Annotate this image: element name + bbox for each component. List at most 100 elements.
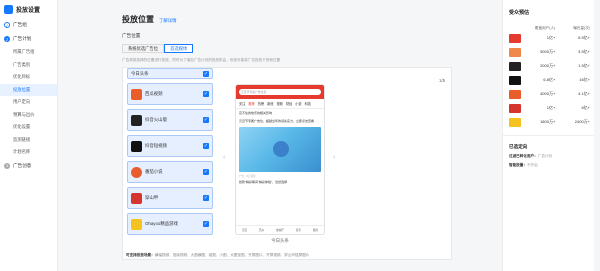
coverage-value: 1亿+ bbox=[546, 105, 556, 110]
estimate-row: 1800万+ 2400万+ bbox=[503, 115, 594, 129]
preview-tab: 热榜 bbox=[257, 102, 265, 106]
impressions-value: 6.5亿+ bbox=[578, 35, 591, 40]
sidebar-subitem-active[interactable]: 投放位置 bbox=[0, 83, 57, 96]
sidebar-item-creative[interactable]: 3 广告创意 bbox=[0, 159, 57, 173]
media-icon bbox=[509, 103, 521, 113]
sidebar-subitem[interactable]: 预算与出价 bbox=[0, 109, 57, 122]
placement-card[interactable]: 番茄小说 ✓ bbox=[127, 161, 213, 183]
preview-nav-item: 放映厅 bbox=[276, 229, 284, 232]
next-arrow-icon[interactable]: › bbox=[333, 154, 335, 161]
system-optimized-button[interactable]: 系统优选广告位 bbox=[122, 44, 165, 53]
preferred-media-button[interactable]: 首选媒体 bbox=[164, 44, 194, 53]
placement-card[interactable]: 抖音火山版 ✓ bbox=[127, 109, 213, 131]
sidebar-item-ad-plan[interactable]: 2 广告计划 bbox=[0, 32, 57, 46]
sidebar-item-ad-group[interactable]: ✓ 广告组 bbox=[0, 18, 57, 32]
placement-card[interactable]: 西瓜视频 ✓ bbox=[127, 83, 213, 105]
app-title: 投放设置 bbox=[16, 7, 41, 14]
preview-tab-active: 推荐 bbox=[248, 102, 255, 106]
coverage-value: 9000万+ bbox=[540, 49, 556, 54]
selected-targeting-title: 已选定向 bbox=[503, 135, 594, 150]
placement-name: 番茄小说 bbox=[145, 169, 163, 174]
estimate-header: 覆盖用户(人) 曝光量(次) bbox=[503, 16, 594, 31]
preview-ad-image bbox=[239, 127, 321, 172]
targeting-item: 过滤已转化用户：广告计划 bbox=[503, 150, 594, 159]
coverage-value: 1800万+ bbox=[540, 119, 556, 124]
logo-icon bbox=[4, 4, 13, 14]
header-coverage: 覆盖用户(人) bbox=[534, 26, 556, 30]
impressions-value: 1.5亿+ bbox=[578, 63, 591, 68]
sidebar-subitem[interactable]: 广告类别 bbox=[0, 59, 57, 72]
media-icon bbox=[509, 47, 521, 57]
media-icon bbox=[509, 33, 521, 43]
placement-card[interactable]: 抖音短视频 ✓ bbox=[127, 135, 213, 157]
media-icon bbox=[509, 117, 521, 127]
note-label: 可支持投放场景： bbox=[126, 253, 155, 257]
estimate-row: 1亿+ 6.5亿+ bbox=[503, 31, 594, 45]
estimate-row: 2000万+ 1.5亿+ bbox=[503, 59, 594, 73]
targeting-item: 智能放量：不开启 bbox=[503, 159, 594, 168]
placement-card[interactable]: Ohayoo精品游戏 ✓ bbox=[127, 213, 213, 235]
note-text: 横幅视频、竖版视频、大图横图、组图、小图、大图竖图、开屏图片、开屏视频、穿山甲插… bbox=[154, 253, 310, 257]
targeting-value: 广告计划 bbox=[537, 154, 553, 158]
checkbox-checked-icon[interactable]: ✓ bbox=[203, 91, 209, 97]
sidebar-subitem[interactable]: 优化设置 bbox=[0, 121, 57, 134]
page-title: 投放位置 bbox=[122, 15, 154, 24]
ohayoo-icon bbox=[131, 218, 142, 230]
preview-caption: 今日头条 bbox=[271, 238, 289, 243]
field-label: 广告位置 bbox=[122, 33, 141, 38]
preview-tab: 财经 bbox=[285, 102, 293, 106]
checkbox-checked-icon[interactable]: ✓ bbox=[203, 143, 209, 149]
douyin-icon bbox=[131, 140, 142, 152]
checkbox-checked-icon[interactable]: ✓ bbox=[203, 195, 209, 201]
phone-preview: 元旦节专属广告位置 关注 推荐 热榜 新冠 视频 财经 小说 科技 忍不住的快乐… bbox=[235, 84, 325, 235]
preview-ad-headline: 元旦节专属广告位，超越全年的领先实力，立即点击查看 bbox=[239, 119, 315, 123]
preview-nav-item: 我的 bbox=[312, 229, 319, 232]
sidebar-subitem[interactable]: 计划名称 bbox=[0, 146, 57, 159]
pangle-icon bbox=[131, 192, 142, 204]
media-icon bbox=[509, 89, 521, 99]
step-done-icon: ✓ bbox=[4, 22, 10, 28]
placement-name: 抖音短视频 bbox=[145, 143, 167, 148]
estimate-title: 受众预估 bbox=[509, 10, 530, 16]
sidebar-subitem[interactable]: 所属广告组 bbox=[0, 46, 57, 59]
preview-tab: 小说 bbox=[295, 102, 302, 106]
preview-nav-item: 任务 bbox=[295, 229, 301, 232]
placement-card[interactable]: 今日头条 ✓ bbox=[127, 68, 213, 79]
placement-card[interactable]: 穿山甲 ✓ bbox=[127, 187, 213, 209]
preview-tab: 视频 bbox=[276, 102, 283, 106]
media-icon bbox=[509, 75, 521, 85]
supported-scenes: 可支持投放场景：横幅视频、竖版视频、大图横图、组图、小图、大图竖图、开屏图片、开… bbox=[126, 253, 309, 258]
checkbox-checked-icon[interactable]: ✓ bbox=[203, 70, 209, 77]
estimate-row: 9000万+ 3.5亿+ bbox=[503, 45, 594, 59]
preview-nav-item: 首页 bbox=[241, 229, 248, 232]
estimate-row: 1亿+ 6亿+ bbox=[503, 101, 594, 115]
placement-name: Ohayoo精品游戏 bbox=[145, 221, 178, 226]
preview-bottom-bar: 首页 西瓜 放映厅 任务 我的 bbox=[236, 225, 324, 234]
checkbox-checked-icon[interactable]: ✓ bbox=[203, 169, 209, 175]
estimate-row: 4000万+ 4.1亿+ bbox=[503, 87, 594, 101]
preview-nav-item: 西瓜 bbox=[259, 229, 265, 232]
placement-panel: 今日头条 ✓ 西瓜视频 ✓ 抖音火山版 ✓ 抖音短视频 ✓ 番茄小说 ✓ 穿山甲… bbox=[122, 67, 452, 260]
preview-tab: 新冠 bbox=[267, 102, 274, 106]
checkbox-checked-icon[interactable]: ✓ bbox=[203, 221, 209, 227]
logo: 投放设置 bbox=[0, 0, 57, 18]
prev-arrow-icon[interactable]: ‹ bbox=[223, 154, 225, 161]
sidebar-subitem[interactable]: 用户定向 bbox=[0, 96, 57, 109]
preview-tab: 关注 bbox=[239, 102, 246, 106]
learn-more-link[interactable]: 了解详情 bbox=[159, 18, 177, 24]
preview-header: 元旦节专属广告位置 bbox=[236, 85, 324, 99]
checkbox-checked-icon[interactable]: ✓ bbox=[203, 117, 209, 123]
coverage-value: 1亿+ bbox=[546, 35, 556, 40]
media-icon bbox=[509, 61, 521, 71]
xigua-icon bbox=[131, 88, 142, 100]
placement-name: 西瓜视频 bbox=[145, 91, 163, 96]
audience-estimate-panel: 受众预估 覆盖用户(人) 曝光量(次) 1亿+ 6.5亿+ 9000万+ 3.5亿+ 2… bbox=[502, 0, 594, 271]
sidebar-subitem[interactable]: 监测链接 bbox=[0, 134, 57, 147]
placement-list: 今日头条 ✓ 西瓜视频 ✓ 抖音火山版 ✓ 抖音短视频 ✓ 番茄小说 ✓ 穿山甲… bbox=[127, 68, 213, 239]
coverage-value: 6.8亿+ bbox=[543, 77, 556, 82]
tomato-novel-icon bbox=[131, 166, 142, 178]
estimate-row: 6.8亿+ 16亿+ bbox=[503, 73, 594, 87]
sidebar-subitem[interactable]: 优化目标 bbox=[0, 71, 57, 84]
impressions-value: 4.1亿+ bbox=[578, 91, 591, 96]
header-impressions: 曝光量(次) bbox=[573, 26, 590, 30]
